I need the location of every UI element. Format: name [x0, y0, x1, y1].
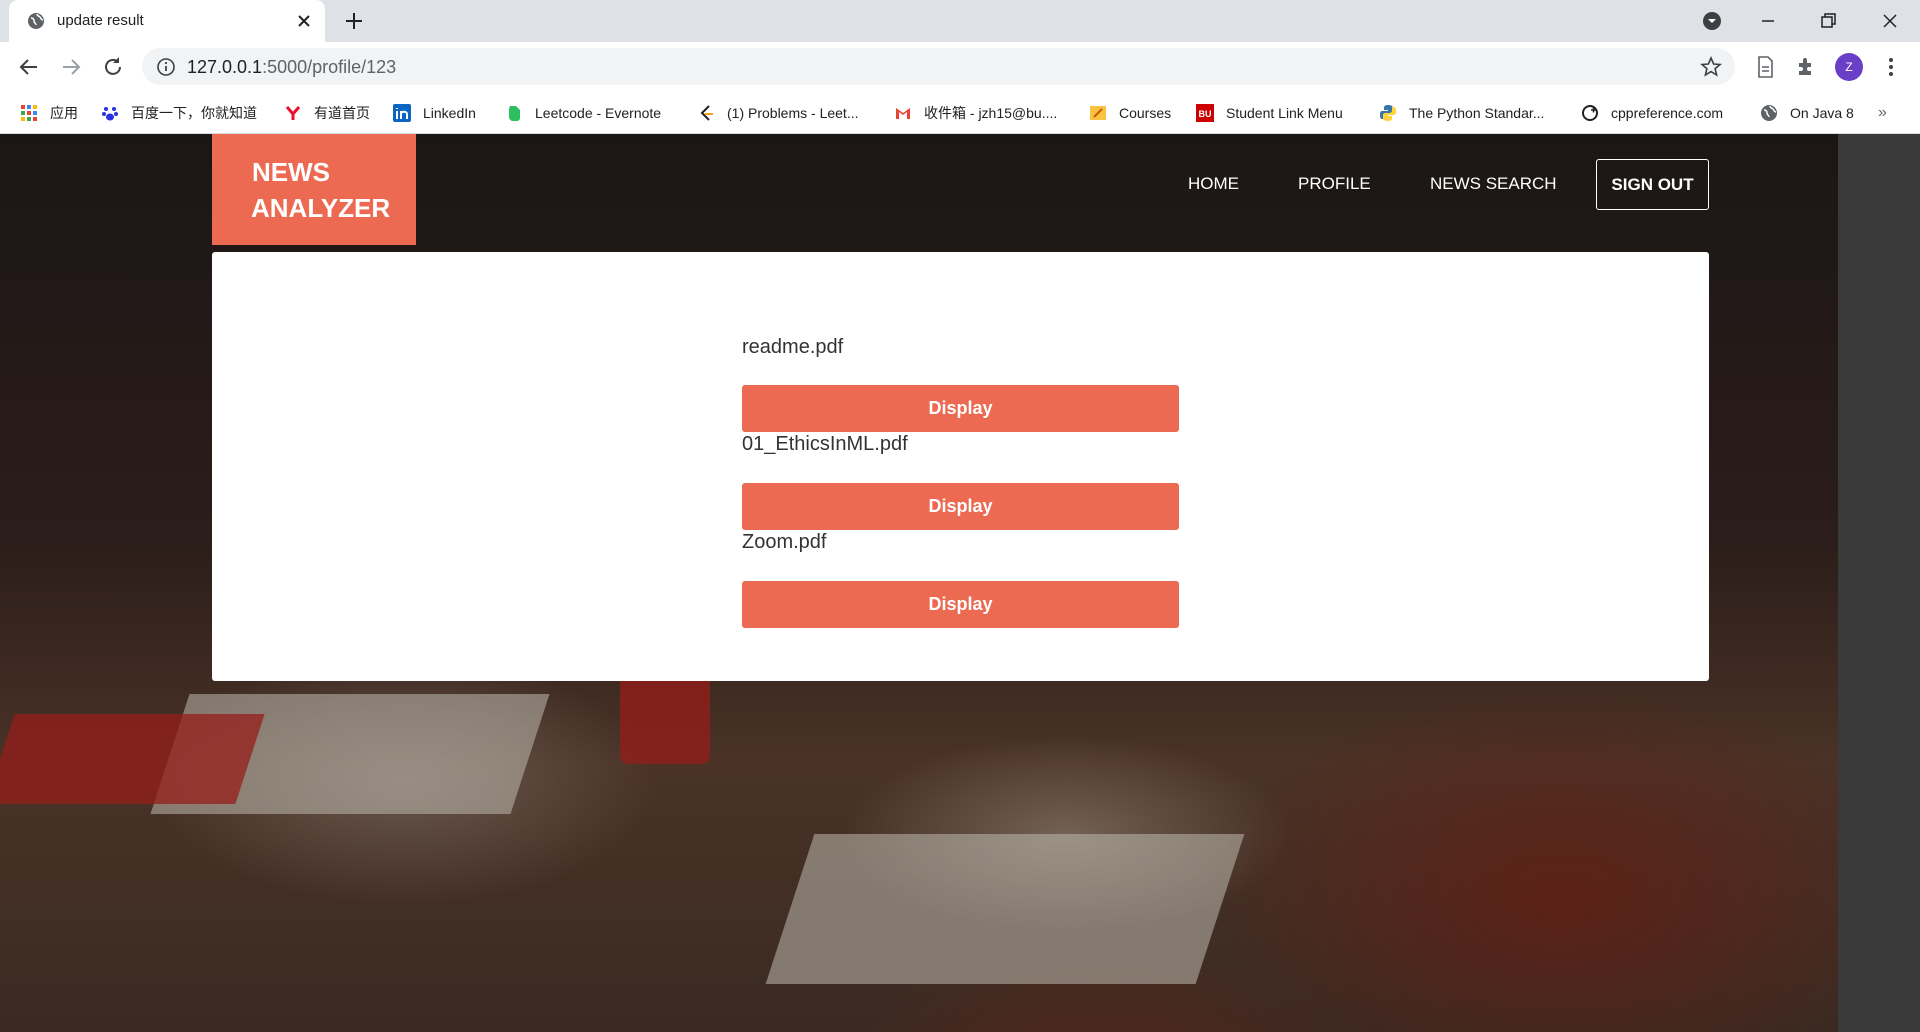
bookmark-python[interactable]: The Python Standar...: [1379, 91, 1544, 134]
bookmarks-bar: 应用 百度一下，你就知道 有道首页 LinkedIn Leetcode - Ev…: [0, 91, 1920, 134]
bookmark-leetcode[interactable]: (1) Problems - Leet...: [697, 91, 859, 134]
reading-list-icon[interactable]: [1752, 54, 1778, 80]
profile-avatar[interactable]: Z: [1835, 53, 1863, 81]
bookmark-baidu[interactable]: 百度一下，你就知道: [101, 91, 257, 134]
bookmark-label: The Python Standar...: [1409, 104, 1545, 121]
bookmark-label: Student Link Menu: [1226, 104, 1343, 121]
display-button-readme[interactable]: Display: [742, 385, 1179, 432]
page-viewport: NEWS ANALYZER HOME PROFILE NEWS SEARCH S…: [0, 134, 1920, 1032]
bookmark-cppreference[interactable]: cppreference.com: [1581, 91, 1723, 134]
sign-out-button[interactable]: SIGN OUT: [1596, 159, 1709, 210]
bookmarks-overflow-button[interactable]: »: [1878, 91, 1887, 134]
bookmark-label: 收件箱 - jzh15@bu....: [924, 104, 1058, 121]
back-icon[interactable]: [16, 54, 42, 80]
file-name-readme: readme.pdf: [742, 336, 844, 358]
url-path: :5000/profile/123: [262, 57, 397, 77]
file-name-zoom: Zoom.pdf: [742, 531, 827, 553]
bookmark-label: 有道首页: [314, 104, 370, 121]
logo-line-1: NEWS: [252, 157, 330, 187]
file-name-ethics: 01_EthicsInML.pdf: [742, 433, 908, 455]
nav-news-search[interactable]: NEWS SEARCH: [1430, 174, 1557, 194]
restore-icon[interactable]: [1816, 9, 1840, 33]
bookmark-label: cppreference.com: [1611, 104, 1724, 121]
bu-icon: BU: [1196, 103, 1214, 122]
linkedin-icon: [393, 103, 411, 122]
address-bar[interactable]: 127.0.0.1:5000/profile/123: [142, 48, 1735, 85]
cppreference-icon: [1582, 104, 1598, 121]
python-icon: [1380, 104, 1396, 121]
globe-icon: [28, 13, 44, 29]
youdao-icon: [285, 105, 301, 120]
gmail-icon: [896, 107, 910, 119]
bookmark-label: LinkedIn: [423, 104, 476, 121]
nav-profile[interactable]: PROFILE: [1298, 174, 1371, 194]
browser-toolbar: 127.0.0.1:5000/profile/123 Z: [0, 42, 1920, 91]
logo-line-2: ANALYZER: [251, 193, 391, 223]
display-button-ethics[interactable]: Display: [742, 483, 1179, 530]
nav-home[interactable]: HOME: [1188, 174, 1239, 194]
bookmark-youdao[interactable]: 有道首页: [284, 91, 370, 134]
bookmark-student-link[interactable]: BU Student Link Menu: [1196, 91, 1343, 134]
bookmark-label: Courses: [1119, 104, 1172, 121]
bookmark-courses[interactable]: Courses: [1089, 91, 1171, 134]
forward-icon[interactable]: [58, 54, 84, 80]
display-button-zoom[interactable]: Display: [742, 581, 1179, 628]
reload-icon[interactable]: [100, 54, 126, 80]
site-logo[interactable]: NEWS ANALYZER: [212, 134, 416, 245]
extensions-icon[interactable]: [1794, 54, 1820, 80]
background-book: [765, 834, 1245, 984]
globe-icon: [1761, 104, 1777, 121]
evernote-icon: [509, 105, 520, 121]
bookmark-star-icon[interactable]: [1700, 56, 1722, 78]
info-icon[interactable]: [156, 57, 176, 77]
tab-title: update result: [57, 12, 144, 29]
bookmark-apps[interactable]: 应用: [20, 91, 78, 134]
page-right-margin: [1838, 134, 1920, 1032]
svg-text:BU: BU: [1199, 109, 1212, 119]
bookmark-label: 百度一下，你就知道: [131, 104, 257, 121]
bookmark-label: (1) Problems - Leet...: [727, 104, 859, 121]
bookmark-linkedin[interactable]: LinkedIn: [393, 91, 476, 134]
url-host: 127.0.0.1: [187, 57, 263, 77]
menu-kebab-icon[interactable]: [1878, 54, 1904, 80]
leetcode-icon: [700, 104, 713, 121]
bookmark-gmail[interactable]: 收件箱 - jzh15@bu....: [894, 91, 1057, 134]
tab-strip: update result: [0, 0, 1920, 42]
bookmark-label: Leetcode - Evernote: [535, 104, 662, 121]
bookmark-label: On Java 8: [1790, 104, 1854, 121]
background-red-folder: [0, 714, 265, 804]
tab-search-icon[interactable]: [1700, 9, 1724, 33]
minimize-icon[interactable]: [1756, 9, 1780, 33]
new-tab-icon[interactable]: [343, 10, 365, 32]
courses-icon: [1090, 105, 1106, 120]
bookmark-evernote[interactable]: Leetcode - Evernote: [505, 91, 661, 134]
files-card: readme.pdf Display 01_EthicsInML.pdf Dis…: [212, 252, 1709, 681]
bookmark-label: 应用: [50, 104, 78, 121]
bookmark-on-java-8[interactable]: On Java 8: [1760, 91, 1854, 134]
close-icon[interactable]: [294, 11, 314, 31]
window-close-icon[interactable]: [1878, 9, 1902, 33]
apps-grid-icon: [21, 104, 37, 121]
url-text: 127.0.0.1:5000/profile/123: [187, 57, 396, 78]
browser-tab[interactable]: update result: [9, 0, 325, 42]
baidu-icon: [102, 106, 118, 120]
